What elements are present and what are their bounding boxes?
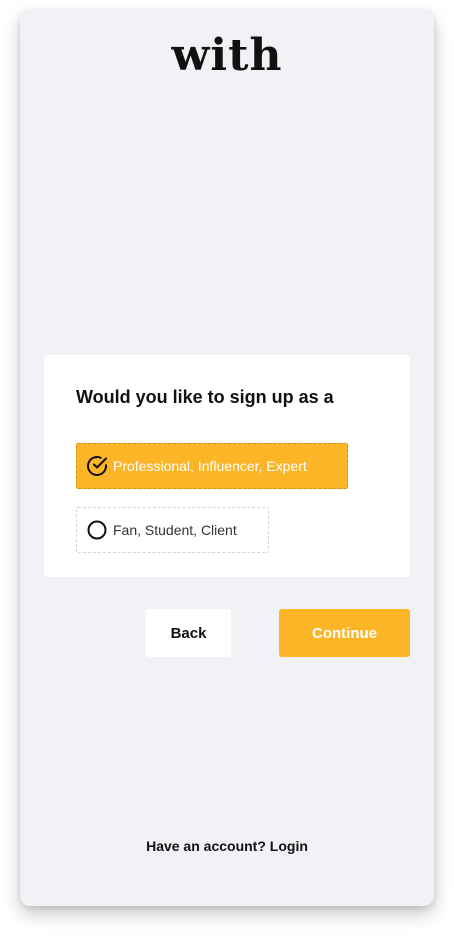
login-link[interactable]: Login — [270, 838, 308, 854]
option-professional[interactable]: Professional, Influencer, Expert — [76, 443, 348, 489]
option-fan[interactable]: Fan, Student, Client — [76, 507, 269, 553]
brand-logo: with — [171, 30, 283, 81]
login-prompt-text: Have an account? — [146, 838, 266, 854]
signup-type-card: Would you like to sign up as a Professio… — [44, 355, 410, 577]
app-screen: with Would you like to sign up as a Prof… — [20, 10, 434, 906]
continue-button[interactable]: Continue — [279, 609, 410, 657]
signup-question: Would you like to sign up as a — [76, 387, 334, 407]
radio-circle-icon — [85, 518, 109, 542]
back-button[interactable]: Back — [146, 609, 231, 657]
login-prompt: Have an account? Login — [20, 838, 434, 854]
option-professional-label: Professional, Influencer, Expert — [113, 458, 307, 474]
check-circle-icon — [85, 454, 109, 478]
option-fan-label: Fan, Student, Client — [113, 522, 237, 538]
